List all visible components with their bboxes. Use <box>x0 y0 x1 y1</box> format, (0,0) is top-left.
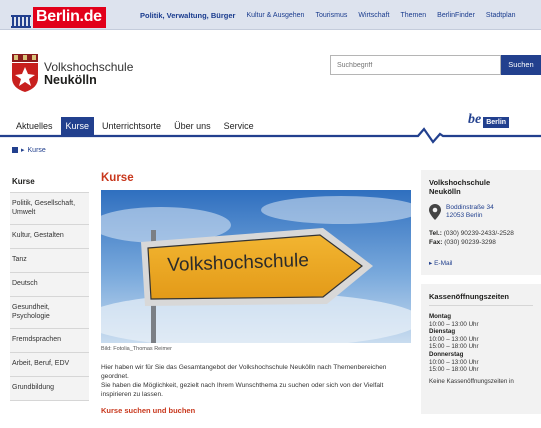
sidebar-heading[interactable]: Kurse <box>10 175 89 193</box>
nav-item-service[interactable]: Service <box>219 117 259 135</box>
hours-time: 15:00 – 18:00 Uhr <box>429 366 479 374</box>
contact-title: Volkshochschule Neukölln <box>429 178 533 196</box>
be-berlin-berlin-text: Berlin <box>483 117 510 128</box>
contact-phones: Tel.: (030) 90239-2433/-2528 Fax: (030) … <box>429 229 533 247</box>
nav-item-ueber-uns[interactable]: Über uns <box>169 117 216 135</box>
sidebar-item-deutsch[interactable]: Deutsch <box>10 273 89 297</box>
hours-time: 15:00 – 18:00 Uhr <box>429 343 479 351</box>
portal-nav-wirtschaft[interactable]: Wirtschaft <box>358 12 389 19</box>
hours-note: Keine Kassenöffnungszeiten in <box>429 377 514 385</box>
be-berlin-be-text: be <box>468 112 482 127</box>
hours-time: 10:00 – 13:00 Uhr <box>429 320 479 328</box>
hero-image: Volkshochschule <box>101 190 411 343</box>
nav-item-unterrichtsorte[interactable]: Unterrichtsorte <box>97 117 166 135</box>
email-label: E-Mail <box>434 260 453 267</box>
portal-bar: Berlin.de Politik, Verwaltung, Bürger Ku… <box>0 0 541 30</box>
address-city: 12053 Berlin <box>446 212 483 219</box>
be-berlin-logo[interactable]: be Berlin <box>468 112 510 128</box>
course-sidebar: Kurse Politik, Gesellschaft, Umwelt Kult… <box>10 175 89 401</box>
intro-line1: Hier haben wir für Sie das Gesamtangebot… <box>101 364 387 380</box>
sidebar-item-grundbildung[interactable]: Grundbildung <box>10 377 89 401</box>
image-caption: Bild: Fotolia_Thomas Reimer <box>101 346 411 352</box>
search-input[interactable] <box>330 55 501 75</box>
sidebar-item-kultur[interactable]: Kultur, Gestalten <box>10 225 89 249</box>
portal-nav-berlinfinder[interactable]: BerlinFinder <box>437 12 475 19</box>
contact-title-line1: Volkshochschule <box>429 178 491 187</box>
main-nav-items: Aktuelles Kurse Unterrichtsorte Über uns… <box>11 117 262 135</box>
hours-time: 10:00 – 13:00 Uhr <box>429 335 479 343</box>
tel-label: Tel.: <box>429 230 442 237</box>
address-street: Boddinstraße 34 <box>446 204 494 211</box>
berlin-de-logo[interactable]: Berlin.de <box>10 2 106 28</box>
info-column: Volkshochschule Neukölln Boddinstraße 34… <box>421 170 541 414</box>
site-title[interactable]: Volkshochschule Neukölln <box>44 61 133 87</box>
sidebar-item-politik[interactable]: Politik, Gesellschaft, Umwelt <box>10 193 89 225</box>
berlin-tower-icon <box>11 15 31 28</box>
fax-label: Fax: <box>429 239 443 246</box>
location-pin-icon <box>429 204 441 220</box>
berlin-de-logo-text: Berlin.de <box>33 7 106 28</box>
hours-day-thursday: Donnerstag <box>429 350 464 358</box>
portal-nav-politik[interactable]: Politik, Verwaltung, Bürger <box>140 11 235 20</box>
portal-nav-tourismus[interactable]: Tourismus <box>315 12 347 19</box>
hours-list: Montag 10:00 – 13:00 Uhr Dienstag 10:00 … <box>429 313 533 385</box>
contact-address: Boddinstraße 34 12053 Berlin <box>429 204 533 220</box>
sidebar-item-arbeit[interactable]: Arbeit, Beruf, EDV <box>10 353 89 377</box>
intro-text: Hier haben wir für Sie das Gesamtangebot… <box>101 363 406 399</box>
portal-nav-stadtplan[interactable]: Stadtplan <box>486 12 516 19</box>
main-nav: Aktuelles Kurse Unterrichtsorte Über uns… <box>0 117 541 144</box>
hours-day-monday: Montag <box>429 313 451 320</box>
contact-box: Volkshochschule Neukölln Boddinstraße 34… <box>421 170 541 275</box>
contact-title-line2: Neukölln <box>429 187 461 196</box>
nav-item-aktuelles[interactable]: Aktuelles <box>11 117 58 135</box>
breadcrumb-separator-icon: ▸ <box>21 147 25 154</box>
home-icon[interactable] <box>12 147 18 153</box>
hours-title: Kassenöffnungszeiten <box>429 292 533 306</box>
breadcrumb: ▸ Kurse <box>12 146 46 154</box>
tel-number: (030) 90239-2433/-2528 <box>443 230 514 237</box>
neukoelln-crest-icon[interactable] <box>10 54 40 92</box>
portal-nav-kultur[interactable]: Kultur & Ausgehen <box>246 12 304 19</box>
search-button[interactable]: Suchen <box>501 55 541 75</box>
email-arrow-icon: ▸ <box>429 260 433 267</box>
portal-nav: Politik, Verwaltung, Bürger Kultur & Aus… <box>140 0 516 30</box>
site-header: Volkshochschule Neukölln Suchen <box>0 30 541 118</box>
page-title: Kurse <box>101 172 134 184</box>
nav-item-kurse[interactable]: Kurse <box>60 117 95 135</box>
site-title-line2: Neukölln <box>44 73 97 87</box>
fax-number: (030) 90239-3298 <box>444 239 496 246</box>
section-heading-search: Kurse suchen und buchen <box>101 406 196 415</box>
hours-day-tuesday: Dienstag <box>429 328 456 336</box>
sidebar-item-fremdsprachen[interactable]: Fremdsprachen <box>10 329 89 353</box>
hours-box: Kassenöffnungszeiten Montag 10:00 – 13:0… <box>421 284 541 414</box>
sidebar-item-tanz[interactable]: Tanz <box>10 249 89 273</box>
main-content: Kurse Volkshochschule Bild: Fotolia_Thom… <box>101 172 411 415</box>
hours-time: 10:00 – 13:00 Uhr <box>429 358 479 366</box>
breadcrumb-current[interactable]: Kurse <box>28 147 46 154</box>
intro-line2: Sie haben die Möglichkeit, gezielt nach … <box>101 382 384 398</box>
address-lines[interactable]: Boddinstraße 34 12053 Berlin <box>446 204 494 220</box>
sidebar-item-gesundheit[interactable]: Gesundheit, Psychologie <box>10 297 89 329</box>
email-link[interactable]: ▸ E-Mail <box>429 259 533 267</box>
portal-nav-themen[interactable]: Themen <box>400 12 426 19</box>
